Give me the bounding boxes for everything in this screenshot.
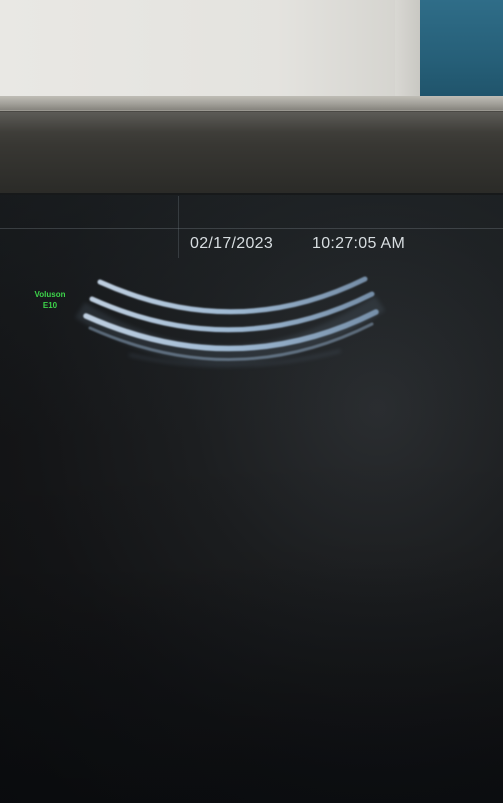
screen-dark-falloff [0, 560, 503, 803]
echo-band-1 [97, 276, 368, 315]
background-blue-panel [420, 0, 503, 100]
photo-of-ultrasound-monitor: 02/17/2023 10:27:05 AM Voluson E10 [0, 0, 503, 803]
background-post [395, 0, 423, 100]
bezel-highlight [0, 112, 503, 132]
